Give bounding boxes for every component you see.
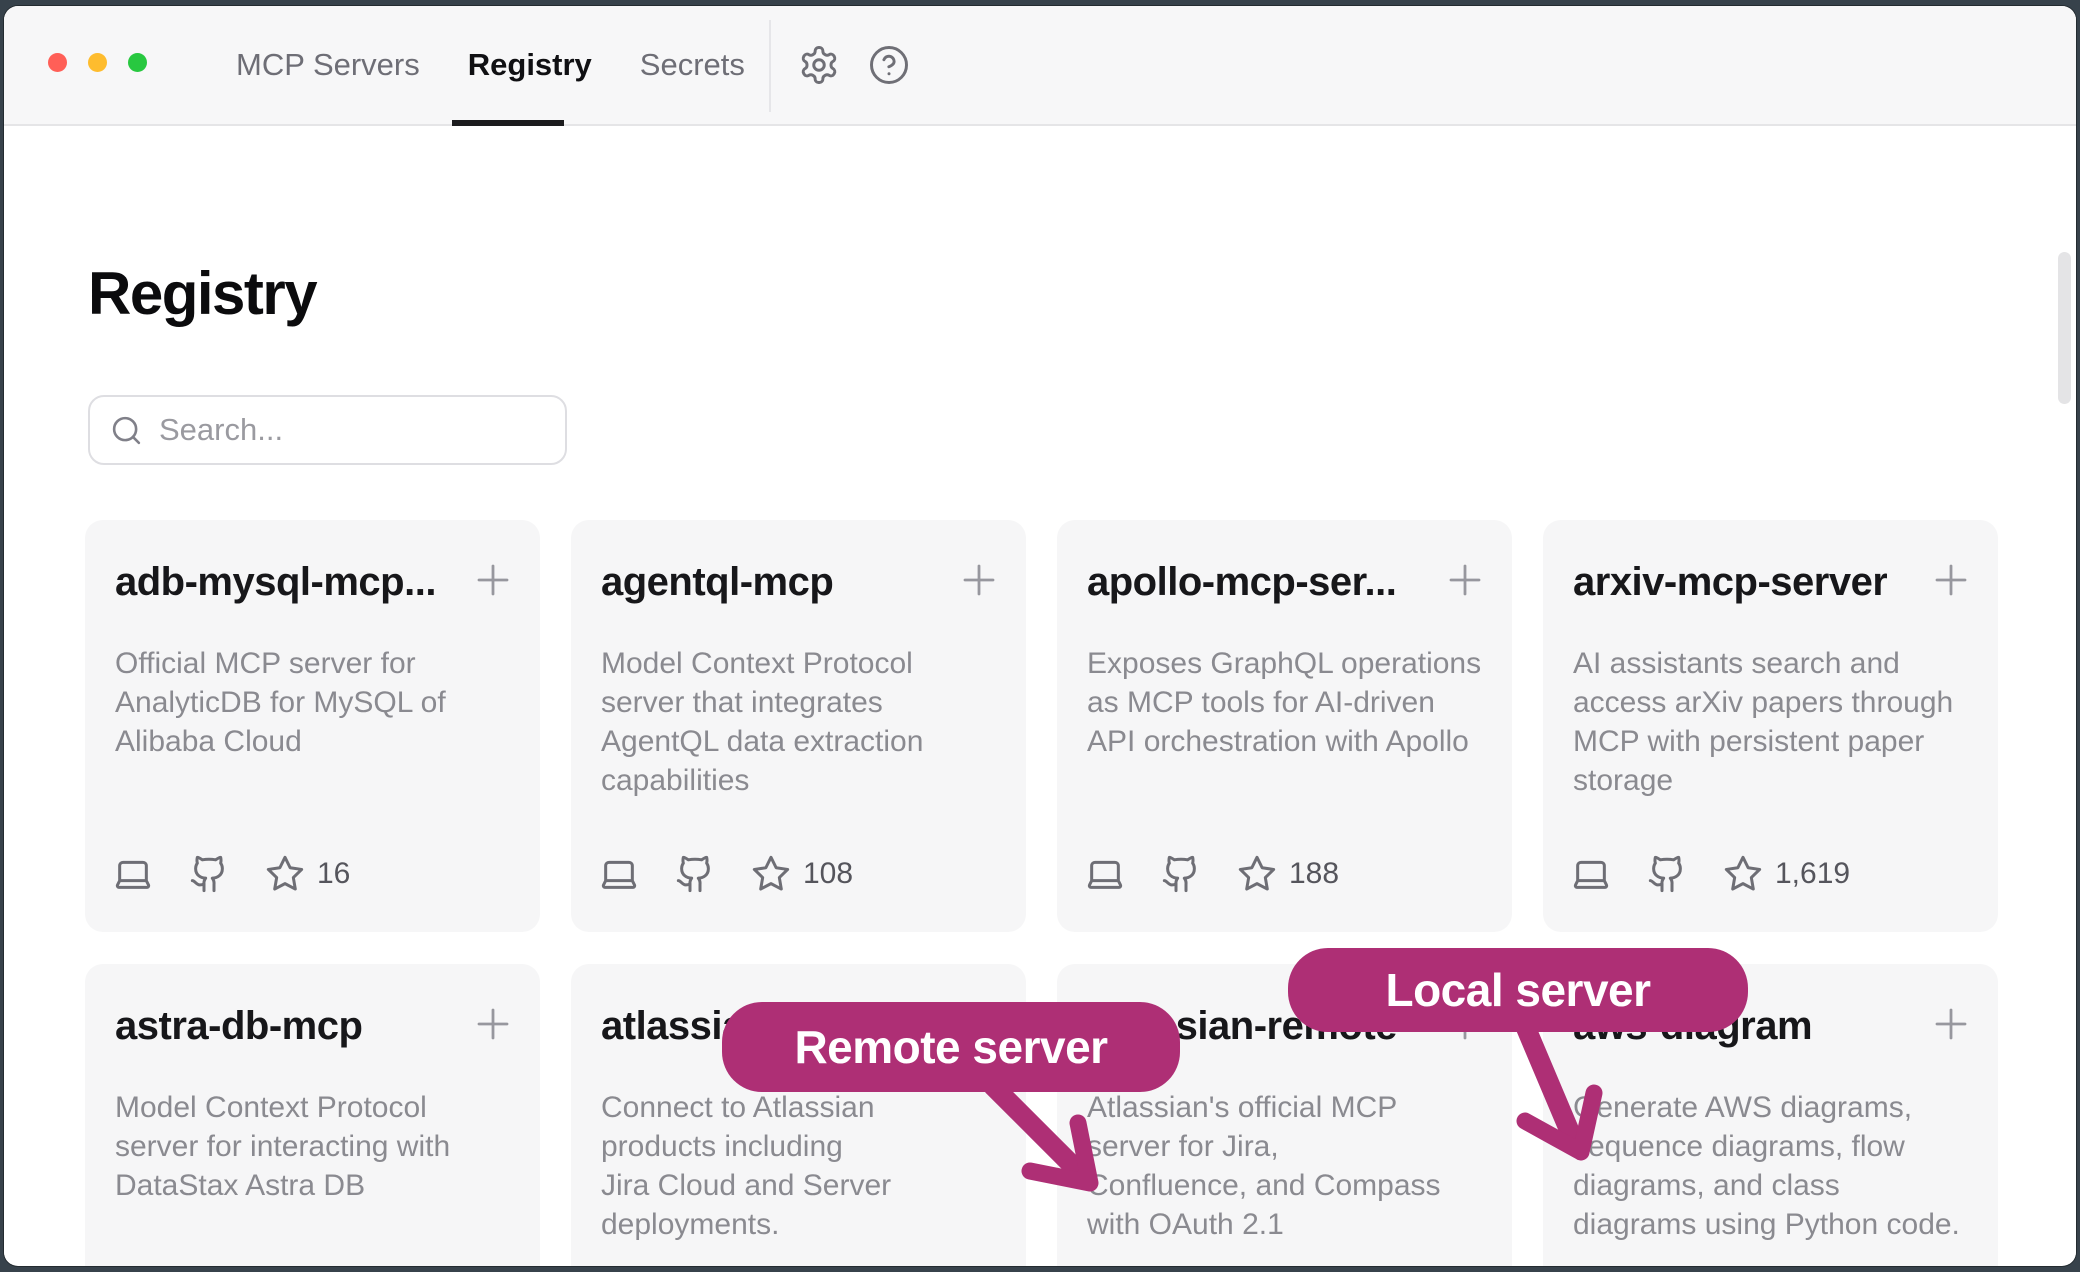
server-card-adb-mysql[interactable]: adb-mysql-mcp... Official MCP server for… (85, 520, 540, 932)
add-server-button[interactable] (468, 1000, 518, 1050)
help-icon (868, 44, 910, 86)
star-icon (265, 854, 305, 894)
server-description: Generate AWS diagrams,sequence diagrams,… (1573, 1088, 1960, 1244)
server-description: Exposes GraphQL operationsas MCP tools f… (1087, 644, 1481, 761)
registry-page: Registry adb-mysql-mcp... Official MCP s… (4, 126, 2076, 1264)
tab-bar: MCP Servers Registry Secrets (236, 6, 745, 124)
toolbar-divider (769, 20, 771, 112)
server-name: arxiv-mcp-server (1573, 558, 1887, 606)
app-window: MCP Servers Registry Secrets Registry (4, 6, 2076, 1266)
laptop-icon (1571, 854, 1611, 894)
settings-button[interactable] (797, 44, 841, 88)
star-count: 16 (317, 857, 350, 891)
search-box[interactable] (88, 395, 567, 465)
server-description: Official MCP server forAnalyticDB for My… (115, 644, 446, 761)
server-card-arxiv[interactable]: arxiv-mcp-server AI assistants search an… (1543, 520, 1998, 932)
star-icon (751, 854, 791, 894)
add-server-button[interactable] (954, 556, 1004, 606)
server-meta: 16 (113, 852, 350, 896)
github-icon[interactable] (1161, 854, 1201, 894)
server-name: agentql-mcp (601, 558, 833, 606)
search-input[interactable] (159, 412, 545, 448)
server-description: Model Context Protocolserver for interac… (115, 1088, 450, 1205)
close-button[interactable] (48, 53, 67, 72)
minimize-button[interactable] (88, 53, 107, 72)
star-count: 1,619 (1775, 857, 1850, 891)
search-icon (110, 414, 143, 447)
github-icon[interactable] (1647, 854, 1687, 894)
tab-registry[interactable]: Registry (468, 47, 592, 83)
server-meta: 188 (1085, 852, 1339, 896)
tab-mcp-servers[interactable]: MCP Servers (236, 47, 420, 83)
server-description: Connect to Atlassianproducts includingJi… (601, 1088, 891, 1244)
local-server-callout: Local server (1288, 948, 1748, 1032)
github-icon[interactable] (189, 854, 229, 894)
star-icon (1723, 854, 1763, 894)
star-icon (1237, 854, 1277, 894)
add-server-button[interactable] (1926, 556, 1976, 606)
remote-server-callout: Remote server (722, 1002, 1180, 1092)
page-title: Registry (88, 260, 316, 328)
server-card-apollo[interactable]: apollo-mcp-ser... Exposes GraphQL operat… (1057, 520, 1512, 932)
gear-icon (798, 44, 840, 86)
laptop-icon (599, 854, 639, 894)
help-button[interactable] (867, 44, 911, 88)
server-meta: 1,619 (1571, 852, 1850, 896)
zoom-button[interactable] (128, 53, 147, 72)
github-icon[interactable] (675, 854, 715, 894)
plus-icon (955, 556, 1003, 604)
server-name: astra-db-mcp (115, 1002, 362, 1050)
add-server-button[interactable] (1440, 556, 1490, 606)
star-count: 108 (803, 857, 853, 891)
scrollbar-thumb[interactable] (2058, 252, 2071, 404)
add-server-button[interactable] (1926, 1000, 1976, 1050)
server-name: adb-mysql-mcp... (115, 558, 436, 606)
server-grid: adb-mysql-mcp... Official MCP server for… (85, 520, 1998, 1266)
traffic-lights (48, 53, 147, 72)
titlebar: MCP Servers Registry Secrets (4, 6, 2076, 126)
plus-icon (469, 1000, 517, 1048)
laptop-icon (1085, 854, 1125, 894)
server-name: apollo-mcp-ser... (1087, 558, 1396, 606)
server-card-astra-db[interactable]: astra-db-mcp Model Context Protocolserve… (85, 964, 540, 1266)
laptop-icon (113, 854, 153, 894)
add-server-button[interactable] (468, 556, 518, 606)
plus-icon (1927, 1000, 1975, 1048)
server-card-agentql[interactable]: agentql-mcp Model Context Protocolserver… (571, 520, 1026, 932)
server-description: Model Context Protocolserver that integr… (601, 644, 923, 800)
star-count: 188 (1289, 857, 1339, 891)
plus-icon (1441, 556, 1489, 604)
tab-secrets[interactable]: Secrets (640, 47, 745, 83)
server-meta: 108 (599, 852, 853, 896)
plus-icon (469, 556, 517, 604)
server-description: Atlassian's official MCPserver for Jira,… (1087, 1088, 1441, 1244)
server-description: AI assistants search andaccess arXiv pap… (1573, 644, 1953, 800)
plus-icon (1927, 556, 1975, 604)
